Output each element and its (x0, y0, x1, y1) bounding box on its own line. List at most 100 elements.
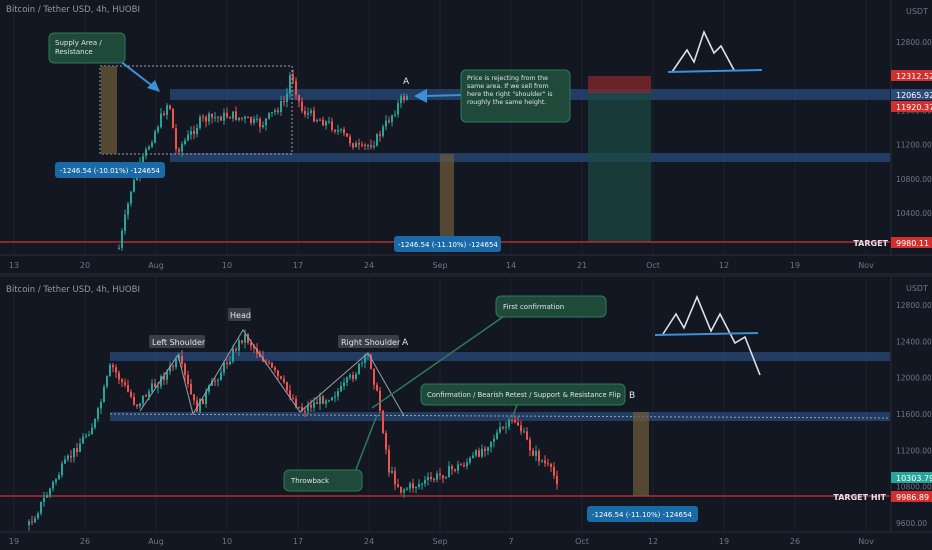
candle (199, 116, 201, 128)
candle (241, 117, 243, 119)
candle (316, 119, 318, 122)
candle (520, 425, 522, 432)
candle (229, 361, 231, 365)
candle (73, 448, 75, 458)
supply-arrow-head (147, 80, 160, 92)
candle (64, 459, 66, 464)
candle (283, 378, 285, 383)
candle (373, 145, 375, 148)
bottom-tag-last: 10303.79 (896, 474, 932, 483)
candle (133, 179, 135, 192)
candle (217, 380, 219, 382)
candle (193, 131, 195, 135)
candle (184, 363, 186, 376)
top-panel: 12800.0012400.0011600.0011200.0010800.00… (0, 0, 932, 273)
candle (457, 464, 459, 471)
price-tick-label: 12800.00 (896, 301, 932, 310)
candle (121, 230, 123, 248)
candle (220, 116, 222, 121)
candle (397, 103, 399, 115)
candle (445, 477, 447, 479)
short-position-stop (588, 76, 651, 93)
candle (106, 376, 108, 387)
candle (202, 116, 204, 118)
candle (175, 359, 177, 368)
candle (442, 475, 444, 479)
candle (43, 497, 45, 502)
candle (481, 448, 483, 457)
candle (355, 373, 357, 380)
candle (100, 401, 102, 409)
candle (490, 441, 492, 448)
candle (268, 112, 270, 119)
candle (226, 362, 228, 365)
measure-bottom-text: -1246.54 (-11.10%) -124654 (398, 241, 498, 249)
candle (262, 125, 264, 128)
candle (58, 475, 60, 480)
candle (478, 450, 480, 457)
candle (46, 495, 48, 498)
date-tick-label: 10 (222, 537, 232, 546)
date-tick-label: Sep (432, 261, 447, 270)
candle (328, 400, 330, 402)
candle (187, 375, 189, 384)
candle (271, 112, 273, 114)
candle (268, 362, 270, 364)
candle (400, 486, 402, 493)
candle (397, 484, 399, 487)
candle (145, 149, 147, 157)
candle (385, 432, 387, 450)
candle (544, 460, 546, 464)
candle (88, 434, 90, 436)
date-tick-label: 12 (719, 261, 729, 270)
candle (421, 483, 423, 485)
candle (148, 146, 150, 150)
candle (325, 400, 327, 404)
candle (217, 116, 219, 118)
candle (367, 145, 369, 147)
candle (139, 403, 141, 407)
candle (76, 448, 78, 453)
candle (313, 402, 315, 408)
candle (346, 377, 348, 383)
candle (469, 457, 471, 463)
candle (349, 136, 351, 144)
top-measure-bar-left (101, 66, 117, 154)
candle (154, 131, 156, 143)
candle (406, 96, 408, 100)
top-currency-label: USDT (906, 7, 928, 16)
candle (124, 382, 126, 385)
candle (382, 410, 384, 433)
candle (448, 466, 450, 478)
short-position-target (588, 93, 651, 242)
candle (328, 121, 330, 123)
candle (277, 110, 279, 113)
candle (28, 521, 30, 525)
candle (313, 110, 315, 122)
candle (97, 408, 99, 419)
candle (157, 386, 159, 388)
reject-arrow (424, 94, 463, 97)
candle (118, 372, 120, 380)
candle (472, 455, 474, 458)
candle (127, 203, 129, 215)
candle (304, 111, 306, 115)
callout-throwback-text: Throwback (290, 477, 330, 485)
candle (340, 385, 342, 392)
date-tick-label: Aug (148, 537, 164, 546)
top-measure-bar-right (440, 154, 454, 242)
candle (391, 470, 393, 473)
top-range-box (99, 65, 293, 155)
candle (280, 376, 282, 379)
candle (439, 473, 441, 476)
candle (67, 455, 69, 460)
candle (379, 134, 381, 136)
candle (103, 386, 105, 402)
measure-left-text: -1246.54 (-10.01%) -124654 (60, 167, 160, 175)
top-tag-c: 11920.37 (896, 103, 932, 112)
date-tick-label: Nov (858, 261, 874, 270)
candle (364, 144, 366, 146)
candle (484, 448, 486, 451)
candle (229, 117, 231, 119)
candle (523, 431, 525, 433)
